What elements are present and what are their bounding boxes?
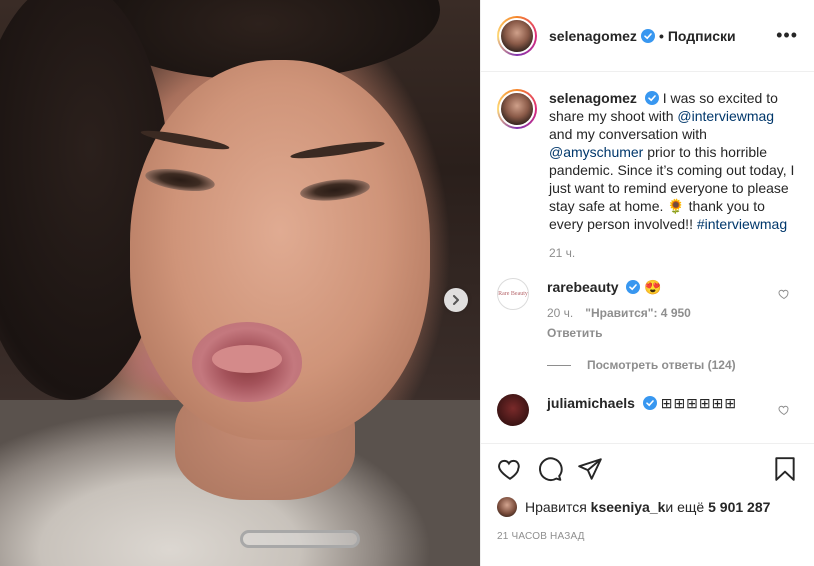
separator-dot: • xyxy=(658,27,664,44)
comment-meta: 20 ч. "Нравится": 4 950 xyxy=(547,304,777,322)
comment-likes[interactable]: "Нравится": 4 950 xyxy=(585,306,691,320)
photo-tongue xyxy=(212,345,282,373)
author-avatar-image xyxy=(499,17,535,54)
view-replies-label: Посмотреть ответы (124) xyxy=(587,358,736,372)
comment-username[interactable]: rarebeauty xyxy=(547,279,619,295)
next-arrow-icon xyxy=(453,295,459,305)
photo-safety-pin xyxy=(240,530,360,548)
comment-text: ⊞⊞⊞⊞⊞⊞ xyxy=(660,395,738,411)
verified-icon xyxy=(644,91,659,105)
action-icons xyxy=(497,456,798,482)
caption: selenagomez I was so excited to share my… xyxy=(497,89,798,233)
sunflower-emoji: 🌻 xyxy=(667,198,685,214)
verified-icon xyxy=(626,280,641,294)
comment-avatar[interactable]: Rare Beauty xyxy=(497,278,529,310)
comment-time[interactable]: 20 ч. xyxy=(547,306,573,320)
comment-text: 😍 xyxy=(644,279,662,295)
caption-username[interactable]: selenagomez xyxy=(549,90,637,106)
heart-icon[interactable] xyxy=(778,288,790,300)
caption-time[interactable]: 21 ч. xyxy=(549,246,798,260)
heart-icon[interactable] xyxy=(497,456,523,482)
likes-prefix: Нравится xyxy=(525,499,587,515)
following-button[interactable]: Подписки xyxy=(668,28,736,44)
post-photo[interactable] xyxy=(0,0,480,566)
comment-item: Rare Beauty rarebeauty 😍 20 ч. "Нравится"… xyxy=(497,278,798,342)
comments-section[interactable]: selenagomez I was so excited to share my… xyxy=(481,73,814,443)
share-icon[interactable] xyxy=(577,456,603,482)
comment-icon[interactable] xyxy=(537,456,563,482)
post-header: selenagomez • Подписки ••• xyxy=(481,0,814,72)
likes-summary: Нравится kseeniya_k и ещё 5 901 287 xyxy=(497,497,798,517)
mention-link[interactable]: @amyschumer xyxy=(549,144,643,160)
comment-body: juliamichaels ⊞⊞⊞⊞⊞⊞ xyxy=(547,394,777,412)
next-slide-button[interactable] xyxy=(444,288,468,312)
likes-middle: и ещё xyxy=(665,499,705,515)
hashtag-link[interactable]: #interviewmag xyxy=(697,216,787,232)
author-username[interactable]: selenagomez xyxy=(549,28,637,44)
comment-item: juliamichaels ⊞⊞⊞⊞⊞⊞ xyxy=(497,394,798,426)
comment-avatar[interactable] xyxy=(497,394,529,426)
bookmark-icon[interactable] xyxy=(772,456,798,482)
heart-icon[interactable] xyxy=(778,404,790,416)
verified-icon xyxy=(640,28,655,43)
posted-time[interactable]: 21 часов назад xyxy=(497,531,798,542)
author-avatar[interactable] xyxy=(497,15,537,56)
post-actions: Нравится kseeniya_k и ещё 5 901 287 21 ч… xyxy=(481,443,814,566)
liker-username[interactable]: kseeniya_k xyxy=(591,499,666,515)
caption-avatar-image xyxy=(499,91,535,127)
verified-icon xyxy=(642,396,657,410)
caption-avatar[interactable] xyxy=(497,89,537,129)
liker-avatar[interactable] xyxy=(497,497,517,517)
reply-button[interactable]: Ответить xyxy=(547,324,777,342)
comment-username[interactable]: juliamichaels xyxy=(547,395,635,411)
likes-count[interactable]: 5 901 287 xyxy=(708,499,770,515)
view-replies-line xyxy=(547,364,571,366)
comment-body: rarebeauty 😍 20 ч. "Нравится": 4 950 Отве… xyxy=(547,278,777,342)
caption-text: selenagomez I was so excited to share my… xyxy=(549,89,798,233)
mention-link[interactable]: @interviewmag xyxy=(677,108,774,124)
caption-part: and my conversation with xyxy=(549,126,707,142)
post-side-panel: selenagomez • Подписки ••• selenagomez I… xyxy=(480,0,814,566)
view-replies-button[interactable]: Посмотреть ответы (124) xyxy=(547,358,798,372)
more-icon[interactable]: ••• xyxy=(776,25,798,46)
